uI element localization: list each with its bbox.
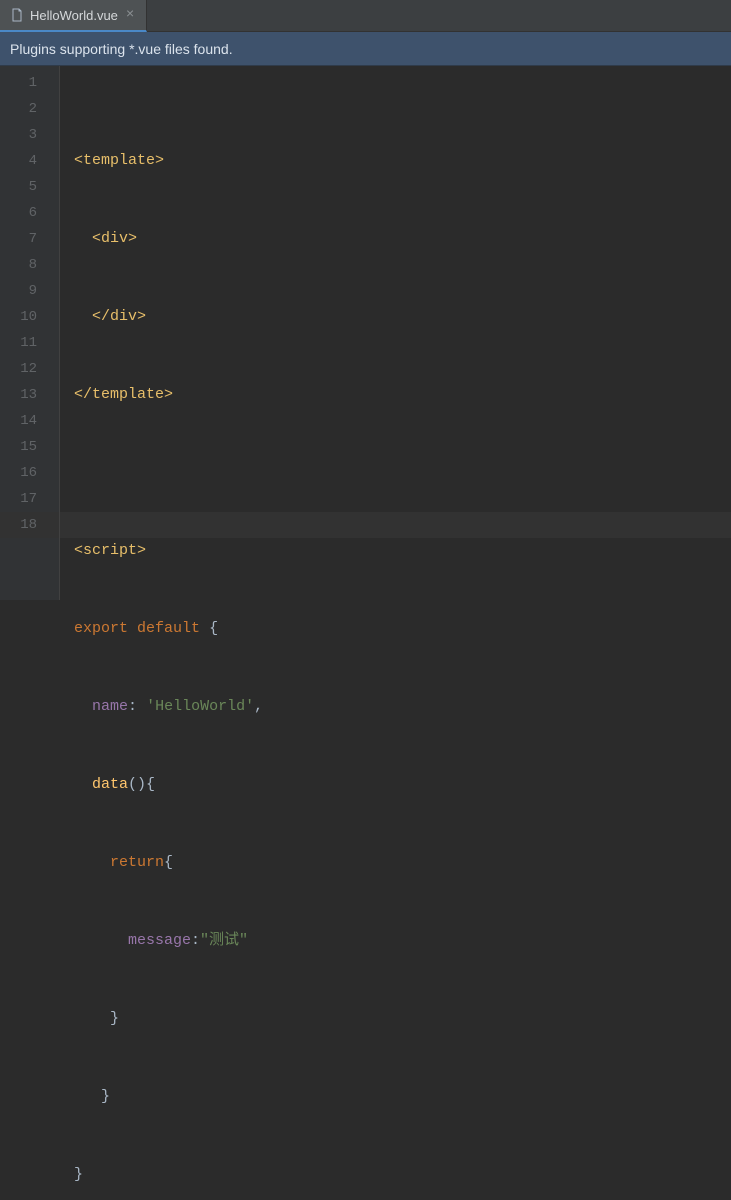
code-line: } (74, 1162, 731, 1188)
code-line: return{ (74, 850, 731, 876)
code-line: name: 'HelloWorld', (74, 694, 731, 720)
line-number: 15 (0, 434, 59, 460)
code-line: </div> (74, 304, 731, 330)
line-number: 17 (0, 486, 59, 512)
line-number: 14 (0, 408, 59, 434)
banner-message: Plugins supporting *.vue files found. (10, 41, 233, 57)
line-number: 4 (0, 148, 59, 174)
line-number: 8 (0, 252, 59, 278)
code-line: <script> (74, 538, 731, 564)
line-number: 3 (0, 122, 59, 148)
code-area[interactable]: <template> <div> </div> </template> <scr… (60, 66, 731, 600)
editor[interactable]: 1 2 3 4 5 6 7 8 9 10 11 12 13 14 15 16 1… (0, 66, 731, 600)
line-number: 6 (0, 200, 59, 226)
code-line (74, 460, 731, 486)
line-number: 7 (0, 226, 59, 252)
code-line: </template> (74, 382, 731, 408)
tab-label: HelloWorld.vue (30, 8, 118, 23)
line-number: 18 (0, 512, 59, 538)
code-line: } (74, 1006, 731, 1032)
line-number: 16 (0, 460, 59, 486)
tab-bar: HelloWorld.vue × (0, 0, 731, 32)
code-line: <div> (74, 226, 731, 252)
close-icon[interactable]: × (124, 8, 136, 22)
plugins-banner[interactable]: Plugins supporting *.vue files found. (0, 32, 731, 66)
line-number: 10 (0, 304, 59, 330)
code-line: export default { (74, 616, 731, 642)
line-number: 1 (0, 70, 59, 96)
tab-helloworld[interactable]: HelloWorld.vue × (0, 0, 147, 32)
current-line-highlight (60, 512, 731, 538)
line-number: 13 (0, 382, 59, 408)
gutter: 1 2 3 4 5 6 7 8 9 10 11 12 13 14 15 16 1… (0, 66, 60, 600)
line-number: 12 (0, 356, 59, 382)
line-number: 5 (0, 174, 59, 200)
code-line: } (74, 1084, 731, 1110)
code-line: data(){ (74, 772, 731, 798)
code-line: message:"测试" (74, 928, 731, 954)
file-icon (10, 8, 24, 22)
line-number: 11 (0, 330, 59, 356)
code-line: <template> (74, 148, 731, 174)
line-number: 2 (0, 96, 59, 122)
line-number: 9 (0, 278, 59, 304)
